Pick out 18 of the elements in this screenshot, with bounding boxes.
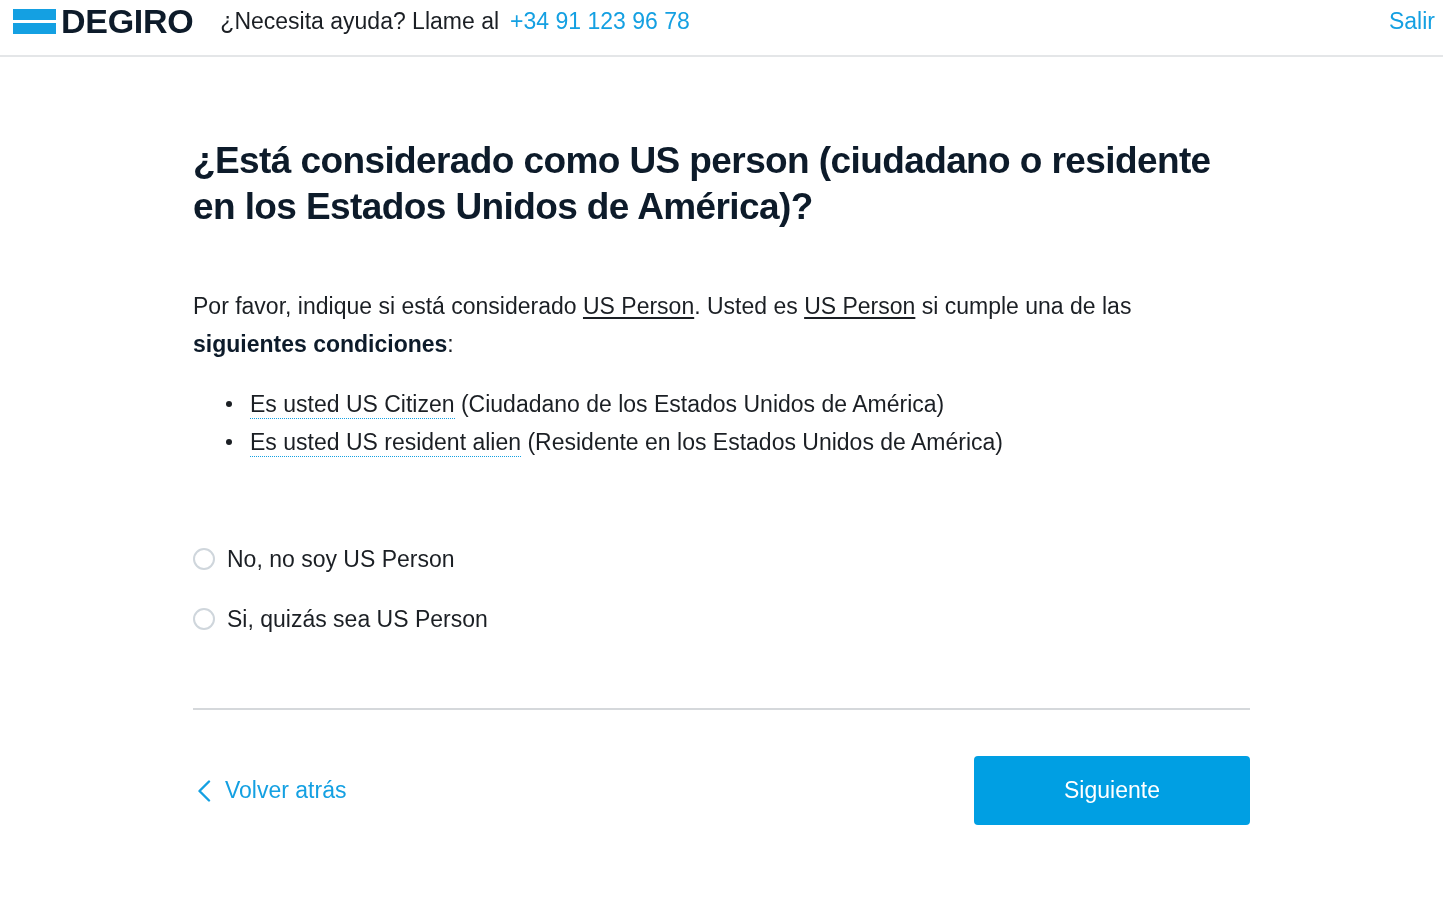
term-tooltip-link[interactable]: Es usted US Citizen (250, 390, 455, 419)
chevron-left-icon[interactable] (197, 779, 211, 802)
bullet-icon (226, 401, 232, 407)
bullet-icon (226, 439, 232, 445)
term-tooltip-link[interactable]: Es usted US resident alien (250, 428, 522, 457)
option-label[interactable]: No, no soy US Person (227, 541, 455, 577)
logo-wordmark[interactable]: DEGIRO (61, 4, 194, 38)
condition-text: Es usted US Citizen (Ciudadano de los Estados Unidos de América) (250, 389, 945, 421)
question-title: ¿Está considerado como US person (ciudadano o residente en los Estados Unidos de América)? (193, 139, 1212, 229)
condition-text: Es usted US resident alien (Residente en los Estados Unidos de América) (250, 427, 1003, 459)
radio-button[interactable] (193, 608, 215, 630)
us-person-link[interactable]: US Person (804, 293, 916, 319)
logo-bars-icon (13, 8, 56, 34)
option-label[interactable]: Si, quizás sea US Person (227, 601, 488, 637)
intro-paragraph: Por favor, indique si está considerado US Person. Usted es US Person si cumple una de las siguientes condiciones: (193, 292, 1133, 359)
help-text: ¿Necesita ayuda? Llame al (220, 6, 500, 36)
us-person-link[interactable]: US Person (582, 293, 695, 319)
radio-button[interactable] (193, 548, 215, 570)
